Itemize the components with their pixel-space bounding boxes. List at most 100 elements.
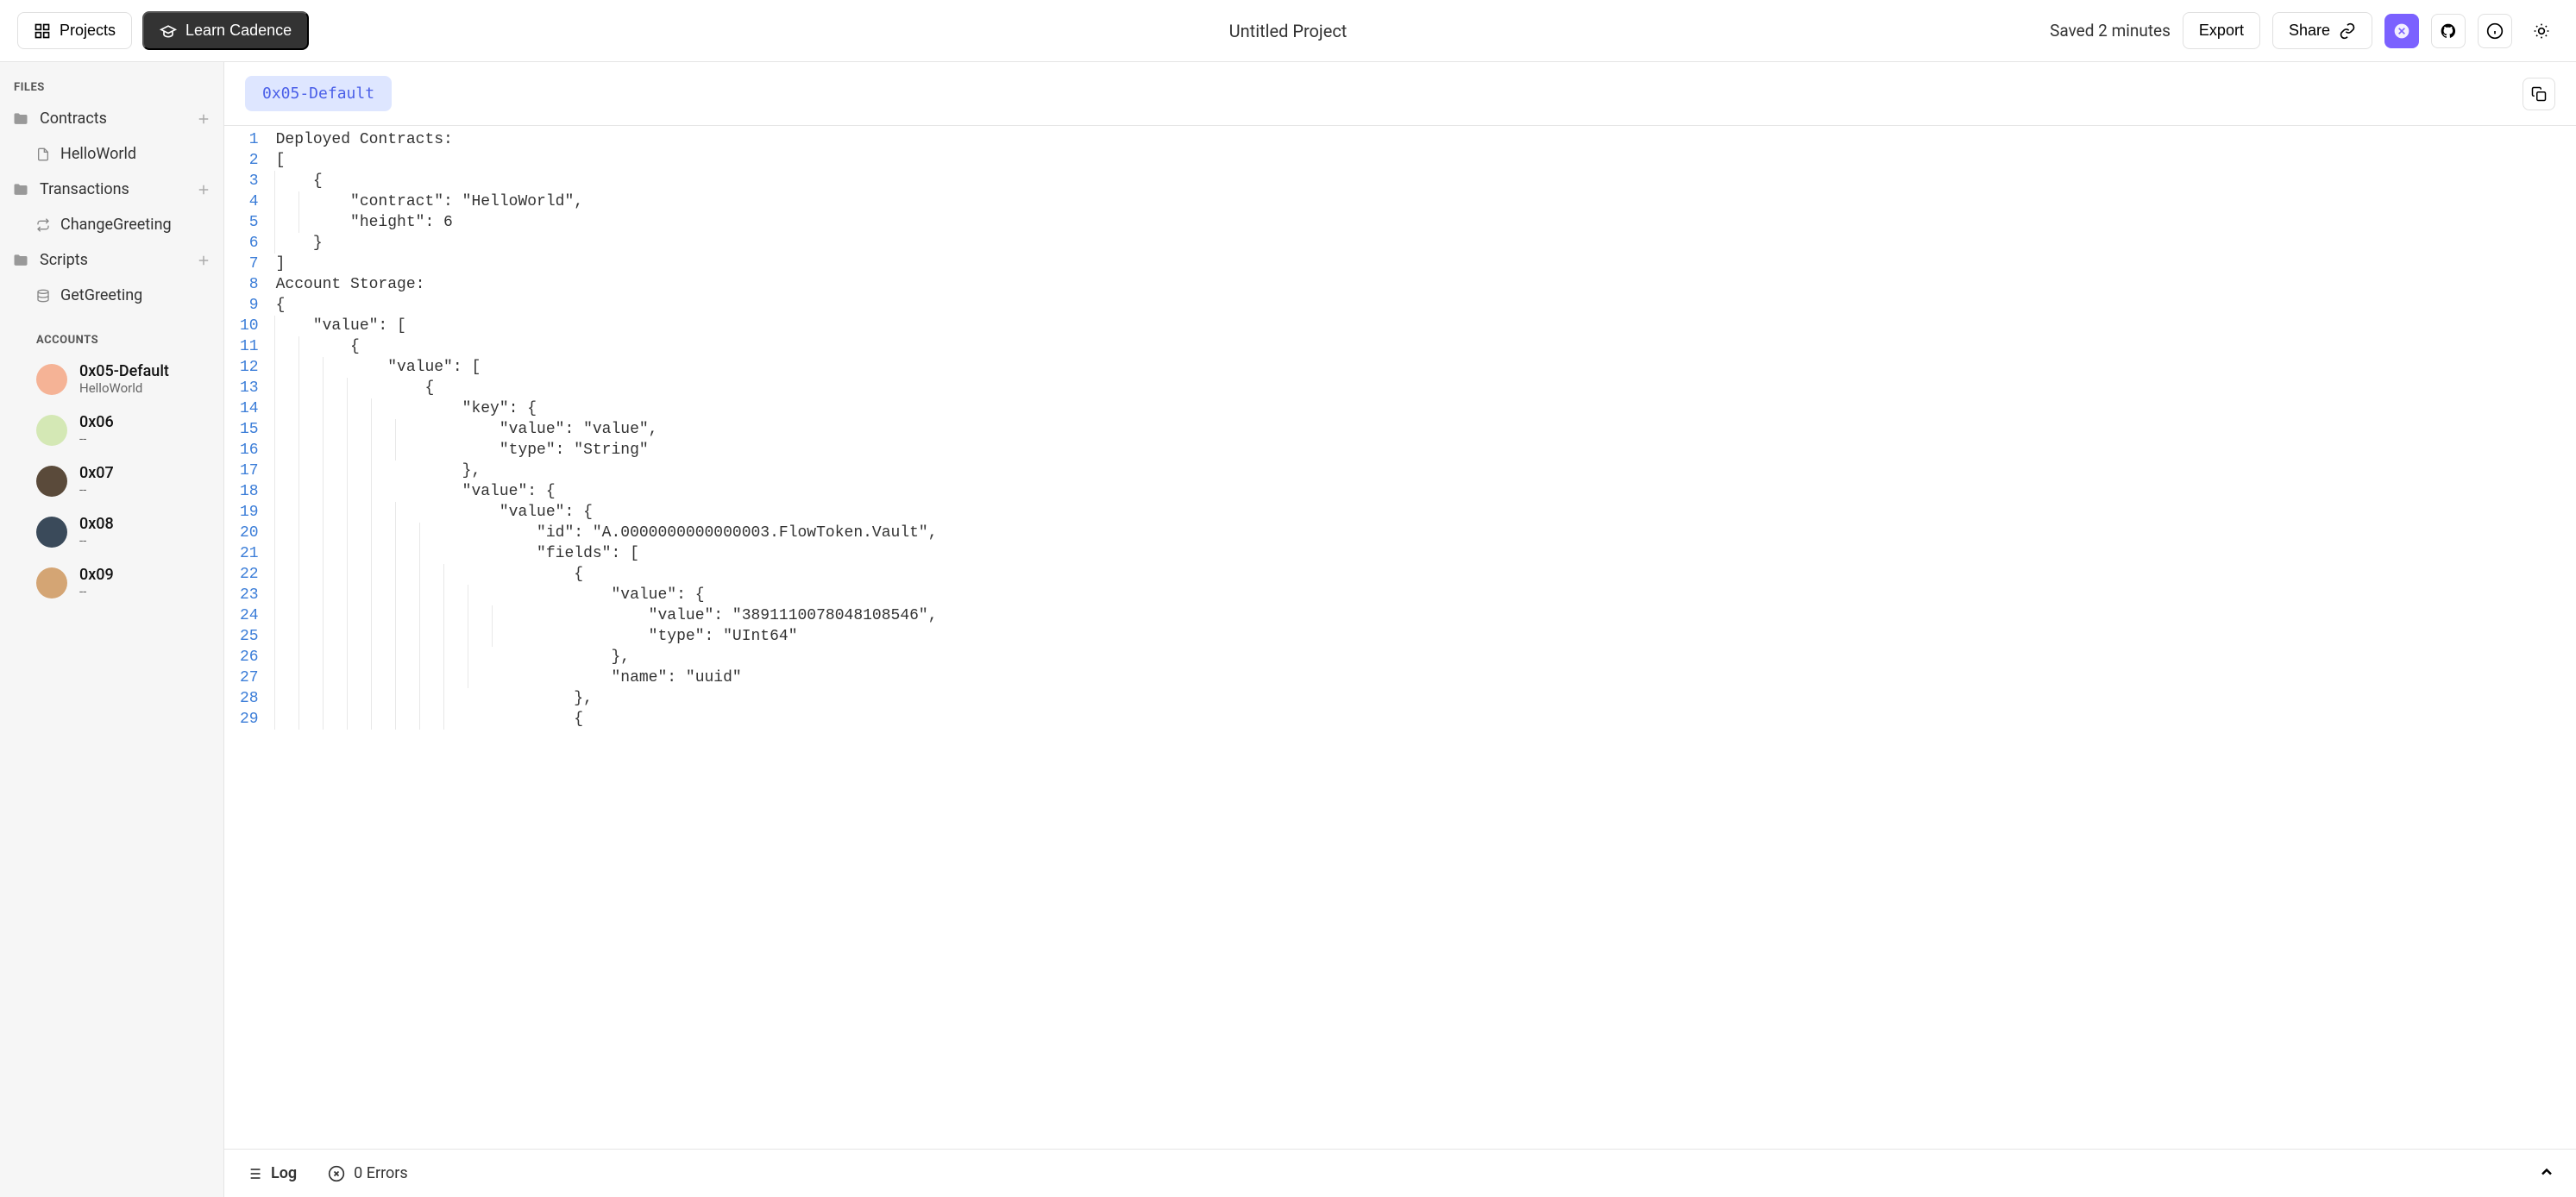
code-line[interactable]: "value": "value", bbox=[269, 419, 2576, 440]
file-item-changegreeting[interactable]: ChangeGreeting bbox=[0, 207, 223, 242]
code-line[interactable]: "value": { bbox=[269, 481, 2576, 502]
avatar bbox=[36, 466, 67, 497]
indent-guides bbox=[274, 709, 468, 730]
code-line[interactable]: "contract": "HelloWorld", bbox=[269, 191, 2576, 212]
account-item[interactable]: 0x09 -- bbox=[0, 557, 223, 608]
contracts-label: Contracts bbox=[40, 110, 107, 128]
code-content[interactable]: Deployed Contracts:[ { "contract": "Hell… bbox=[269, 126, 2576, 1149]
code-line[interactable]: "height": 6 bbox=[269, 212, 2576, 233]
code-line[interactable]: }, bbox=[269, 647, 2576, 667]
indent-guides bbox=[274, 440, 419, 461]
code-line[interactable]: ] bbox=[269, 254, 2576, 274]
account-item[interactable]: 0x05-Default HelloWorld bbox=[0, 354, 223, 404]
line-number: 22 bbox=[240, 564, 259, 585]
indent-guides bbox=[274, 336, 323, 357]
expand-panel-button[interactable] bbox=[2538, 1163, 2555, 1184]
accounts-label: ACCOUNTS bbox=[0, 313, 223, 354]
line-number: 13 bbox=[240, 378, 259, 398]
graduation-cap-icon bbox=[160, 22, 177, 40]
topbar-left: Projects Learn Cadence bbox=[17, 11, 309, 50]
folder-icon bbox=[12, 110, 29, 128]
export-button[interactable]: Export bbox=[2183, 12, 2260, 49]
code-line[interactable]: { bbox=[269, 378, 2576, 398]
code-line[interactable]: { bbox=[269, 295, 2576, 316]
line-number: 1 bbox=[240, 129, 259, 150]
account-info: 0x07 -- bbox=[79, 464, 114, 498]
code-line[interactable]: { bbox=[269, 336, 2576, 357]
indent-guides bbox=[274, 233, 298, 254]
active-tab[interactable]: 0x05-Default bbox=[245, 76, 392, 111]
copy-button[interactable] bbox=[2523, 78, 2555, 110]
code-line[interactable]: "value": { bbox=[269, 502, 2576, 523]
file-item-helloworld[interactable]: HelloWorld bbox=[0, 136, 223, 172]
indent-guides bbox=[274, 523, 443, 543]
code-line[interactable]: Deployed Contracts: bbox=[269, 129, 2576, 150]
account-item[interactable]: 0x08 -- bbox=[0, 506, 223, 557]
code-line[interactable]: "key": { bbox=[269, 398, 2576, 419]
code-line[interactable]: Account Storage: bbox=[269, 274, 2576, 295]
code-line[interactable]: "value": { bbox=[269, 585, 2576, 605]
line-number: 8 bbox=[240, 274, 259, 295]
projects-button[interactable]: Projects bbox=[17, 12, 132, 49]
line-number: 14 bbox=[240, 398, 259, 419]
line-number: 19 bbox=[240, 502, 259, 523]
list-icon bbox=[245, 1165, 262, 1182]
main: FILES Contracts HelloWorld Transactions … bbox=[0, 62, 2576, 1197]
line-number: 26 bbox=[240, 647, 259, 667]
scripts-label: Scripts bbox=[40, 251, 88, 269]
log-tab[interactable]: Log bbox=[245, 1164, 297, 1182]
errors-tab[interactable]: 0 Errors bbox=[328, 1164, 408, 1182]
error-icon bbox=[328, 1165, 345, 1182]
code-line[interactable]: { bbox=[269, 564, 2576, 585]
transactions-header[interactable]: Transactions bbox=[0, 172, 223, 207]
line-number: 12 bbox=[240, 357, 259, 378]
add-icon[interactable] bbox=[196, 111, 211, 127]
code-editor[interactable]: 1234567891011121314151617181920212223242… bbox=[224, 126, 2576, 1149]
indent-guides bbox=[274, 605, 516, 626]
theme-toggle-button[interactable] bbox=[2524, 14, 2559, 48]
code-line[interactable]: { bbox=[269, 171, 2576, 191]
line-number: 4 bbox=[240, 191, 259, 212]
code-line[interactable]: [ bbox=[269, 150, 2576, 171]
code-line[interactable]: "name": "uuid" bbox=[269, 667, 2576, 688]
code-line[interactable]: "fields": [ bbox=[269, 543, 2576, 564]
indent-guides bbox=[274, 688, 468, 709]
info-button[interactable] bbox=[2478, 14, 2512, 48]
code-line[interactable]: "value": "3891110078048108546", bbox=[269, 605, 2576, 626]
account-sub: -- bbox=[79, 584, 114, 599]
scripts-header[interactable]: Scripts bbox=[0, 242, 223, 278]
indent-guides bbox=[274, 481, 395, 502]
account-sub: HelloWorld bbox=[79, 380, 169, 396]
indent-guides bbox=[274, 419, 419, 440]
account-item[interactable]: 0x06 -- bbox=[0, 404, 223, 455]
code-line[interactable]: "type": "String" bbox=[269, 440, 2576, 461]
log-label: Log bbox=[271, 1164, 297, 1182]
line-number: 23 bbox=[240, 585, 259, 605]
account-sub: -- bbox=[79, 431, 114, 447]
line-number: 5 bbox=[240, 212, 259, 233]
file-item-getgreeting[interactable]: GetGreeting bbox=[0, 278, 223, 313]
contracts-header[interactable]: Contracts bbox=[0, 101, 223, 136]
file-name: ChangeGreeting bbox=[60, 216, 172, 234]
flow-logo-button[interactable] bbox=[2384, 14, 2419, 48]
code-line[interactable]: }, bbox=[269, 688, 2576, 709]
code-line[interactable]: "type": "UInt64" bbox=[269, 626, 2576, 647]
code-line[interactable]: "value": [ bbox=[269, 316, 2576, 336]
github-button[interactable] bbox=[2431, 14, 2466, 48]
account-info: 0x08 -- bbox=[79, 515, 114, 548]
code-line[interactable]: { bbox=[269, 709, 2576, 730]
add-icon[interactable] bbox=[196, 253, 211, 268]
add-icon[interactable] bbox=[196, 182, 211, 197]
project-title[interactable]: Untitled Project bbox=[1229, 21, 1348, 41]
line-number: 20 bbox=[240, 523, 259, 543]
learn-cadence-button[interactable]: Learn Cadence bbox=[142, 11, 309, 50]
share-button[interactable]: Share bbox=[2272, 12, 2372, 49]
code-line[interactable]: "id": "A.0000000000000003.FlowToken.Vaul… bbox=[269, 523, 2576, 543]
file-name: GetGreeting bbox=[60, 286, 142, 304]
indent-guides bbox=[274, 316, 298, 336]
code-line[interactable]: "value": [ bbox=[269, 357, 2576, 378]
code-line[interactable]: }, bbox=[269, 461, 2576, 481]
indent-guides bbox=[274, 667, 492, 688]
account-item[interactable]: 0x07 -- bbox=[0, 455, 223, 506]
code-line[interactable]: } bbox=[269, 233, 2576, 254]
